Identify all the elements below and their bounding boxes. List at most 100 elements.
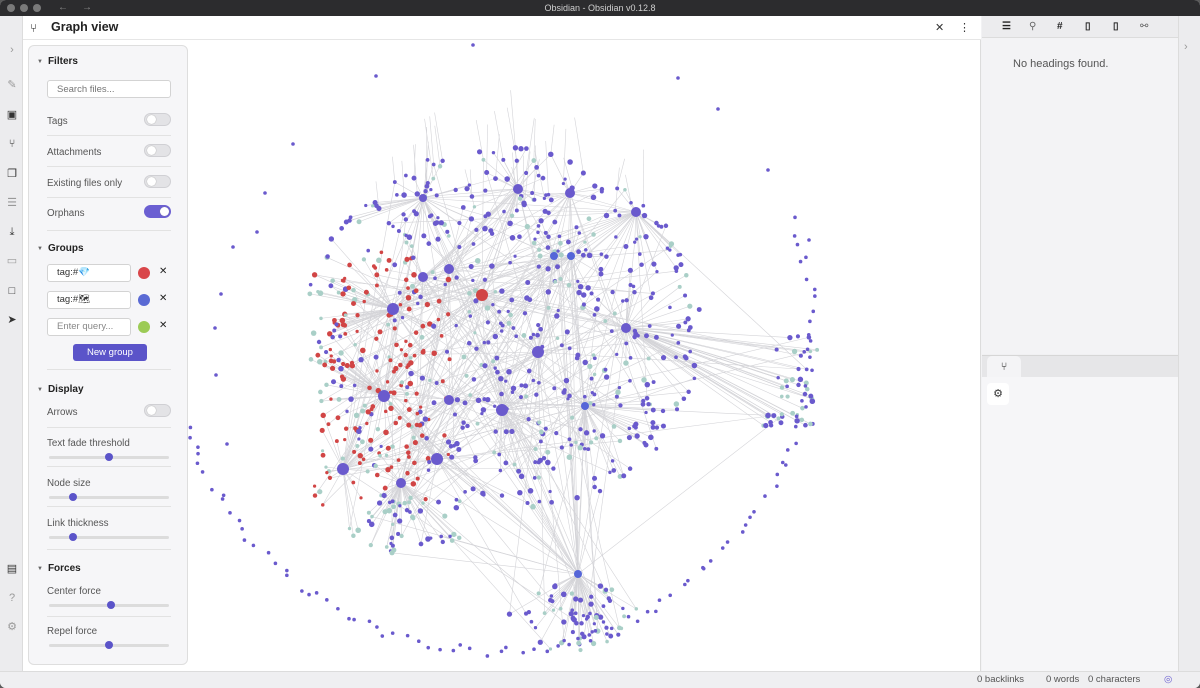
slider-knob[interactable] (105, 453, 113, 461)
graph-node[interactable] (778, 420, 784, 426)
graph-node[interactable] (498, 468, 503, 473)
orphan-node[interactable] (451, 648, 456, 653)
graph-node[interactable] (343, 313, 348, 317)
graph-node[interactable] (677, 284, 682, 289)
graph-node[interactable] (404, 256, 410, 262)
graph-node[interactable] (648, 434, 654, 441)
graph-node[interactable] (691, 362, 698, 369)
graph-node[interactable] (783, 378, 789, 384)
graph-node[interactable] (591, 232, 596, 237)
graph-node[interactable] (581, 634, 587, 640)
graph-node[interactable] (430, 270, 435, 275)
graph-node[interactable] (406, 455, 411, 459)
graph-node[interactable] (442, 433, 447, 438)
graph-node[interactable] (413, 288, 419, 294)
new-group-query-field[interactable]: Enter query... (47, 318, 131, 336)
graph-node[interactable] (554, 313, 560, 319)
graph-node[interactable] (339, 226, 344, 231)
graph-node[interactable] (482, 225, 488, 232)
graph-node[interactable] (802, 350, 807, 354)
graph-node[interactable] (526, 368, 532, 374)
graph-node[interactable] (320, 449, 325, 453)
graph-node[interactable] (482, 397, 487, 402)
graph-node[interactable] (557, 234, 562, 239)
graph-node[interactable] (627, 466, 633, 471)
graph-node[interactable] (449, 538, 455, 543)
graph-node[interactable] (385, 467, 391, 473)
graph-node[interactable] (615, 389, 621, 395)
graph-node[interactable] (404, 240, 409, 245)
graph-node[interactable] (525, 500, 530, 506)
graph-node[interactable] (603, 367, 608, 372)
graph-node[interactable] (648, 295, 654, 301)
graph-node[interactable] (532, 476, 537, 480)
graph-node[interactable] (427, 214, 432, 219)
slider-knob[interactable] (105, 641, 113, 649)
graph-node[interactable] (376, 205, 382, 211)
graph-node[interactable] (545, 449, 551, 455)
graph-node[interactable] (482, 277, 488, 282)
graph-node[interactable] (406, 234, 413, 240)
graph-node[interactable] (468, 216, 475, 222)
graph-node[interactable] (461, 354, 467, 360)
graph-node[interactable] (517, 234, 522, 240)
orphan-node[interactable] (805, 347, 810, 352)
graph-node[interactable] (524, 170, 529, 176)
graph-node[interactable] (367, 385, 372, 391)
graph-node[interactable] (808, 393, 814, 399)
graph-node[interactable] (407, 342, 413, 348)
graph-node[interactable] (353, 426, 358, 431)
graph-node[interactable] (463, 490, 467, 494)
graph-node[interactable] (676, 323, 682, 329)
graph-node[interactable] (485, 320, 491, 325)
orphan-node[interactable] (720, 546, 725, 550)
graph-node[interactable] (421, 501, 425, 505)
graph-node[interactable] (536, 591, 541, 596)
orphan-node[interactable] (521, 650, 525, 655)
graph-node[interactable] (418, 405, 423, 409)
orphan-node[interactable] (367, 619, 372, 624)
graph-node[interactable] (436, 298, 442, 304)
graph-node[interactable] (410, 481, 417, 487)
graph-node[interactable] (605, 639, 609, 644)
orphan-node[interactable] (810, 368, 814, 373)
graph-node[interactable] (405, 391, 409, 396)
graph-node[interactable] (576, 289, 582, 296)
graph-node[interactable] (493, 366, 497, 370)
graph-node[interactable] (443, 282, 448, 287)
orphan-node[interactable] (766, 168, 770, 172)
graph-node[interactable] (401, 192, 407, 198)
graph-node[interactable] (621, 299, 625, 303)
graph-node[interactable] (510, 385, 517, 392)
graph-node[interactable] (633, 421, 639, 427)
graph-node[interactable] (537, 380, 541, 385)
graph-node[interactable] (546, 210, 551, 216)
more-options-button[interactable]: ⋮ (959, 21, 970, 34)
graph-node[interactable] (343, 331, 348, 336)
graph-node[interactable] (391, 224, 395, 229)
graph-node[interactable] (618, 403, 623, 408)
copy-icon[interactable]: ❐ (5, 167, 19, 181)
graph-node[interactable] (355, 527, 361, 534)
graph-node[interactable] (642, 440, 647, 445)
graph-node[interactable] (531, 378, 536, 383)
graph-node[interactable] (624, 298, 629, 303)
graph-node[interactable] (537, 639, 543, 645)
orphan-node[interactable] (576, 636, 580, 641)
graph-node[interactable] (440, 539, 445, 545)
graph-node[interactable] (566, 282, 572, 288)
text-fade-slider[interactable] (49, 453, 169, 461)
graph-node[interactable] (559, 445, 564, 450)
graph-node[interactable] (382, 485, 388, 491)
graph-node[interactable] (347, 262, 352, 268)
graph-node[interactable] (555, 336, 560, 340)
graph-node[interactable] (376, 500, 383, 506)
graph-node[interactable] (474, 257, 481, 264)
new-group-button[interactable]: New group (73, 344, 147, 361)
graph-node[interactable] (632, 290, 637, 295)
graph-node[interactable] (392, 326, 397, 331)
graph-node[interactable] (351, 301, 356, 307)
orphan-node[interactable] (405, 633, 410, 638)
graph-node[interactable] (684, 272, 689, 278)
graph-node[interactable] (533, 626, 538, 630)
